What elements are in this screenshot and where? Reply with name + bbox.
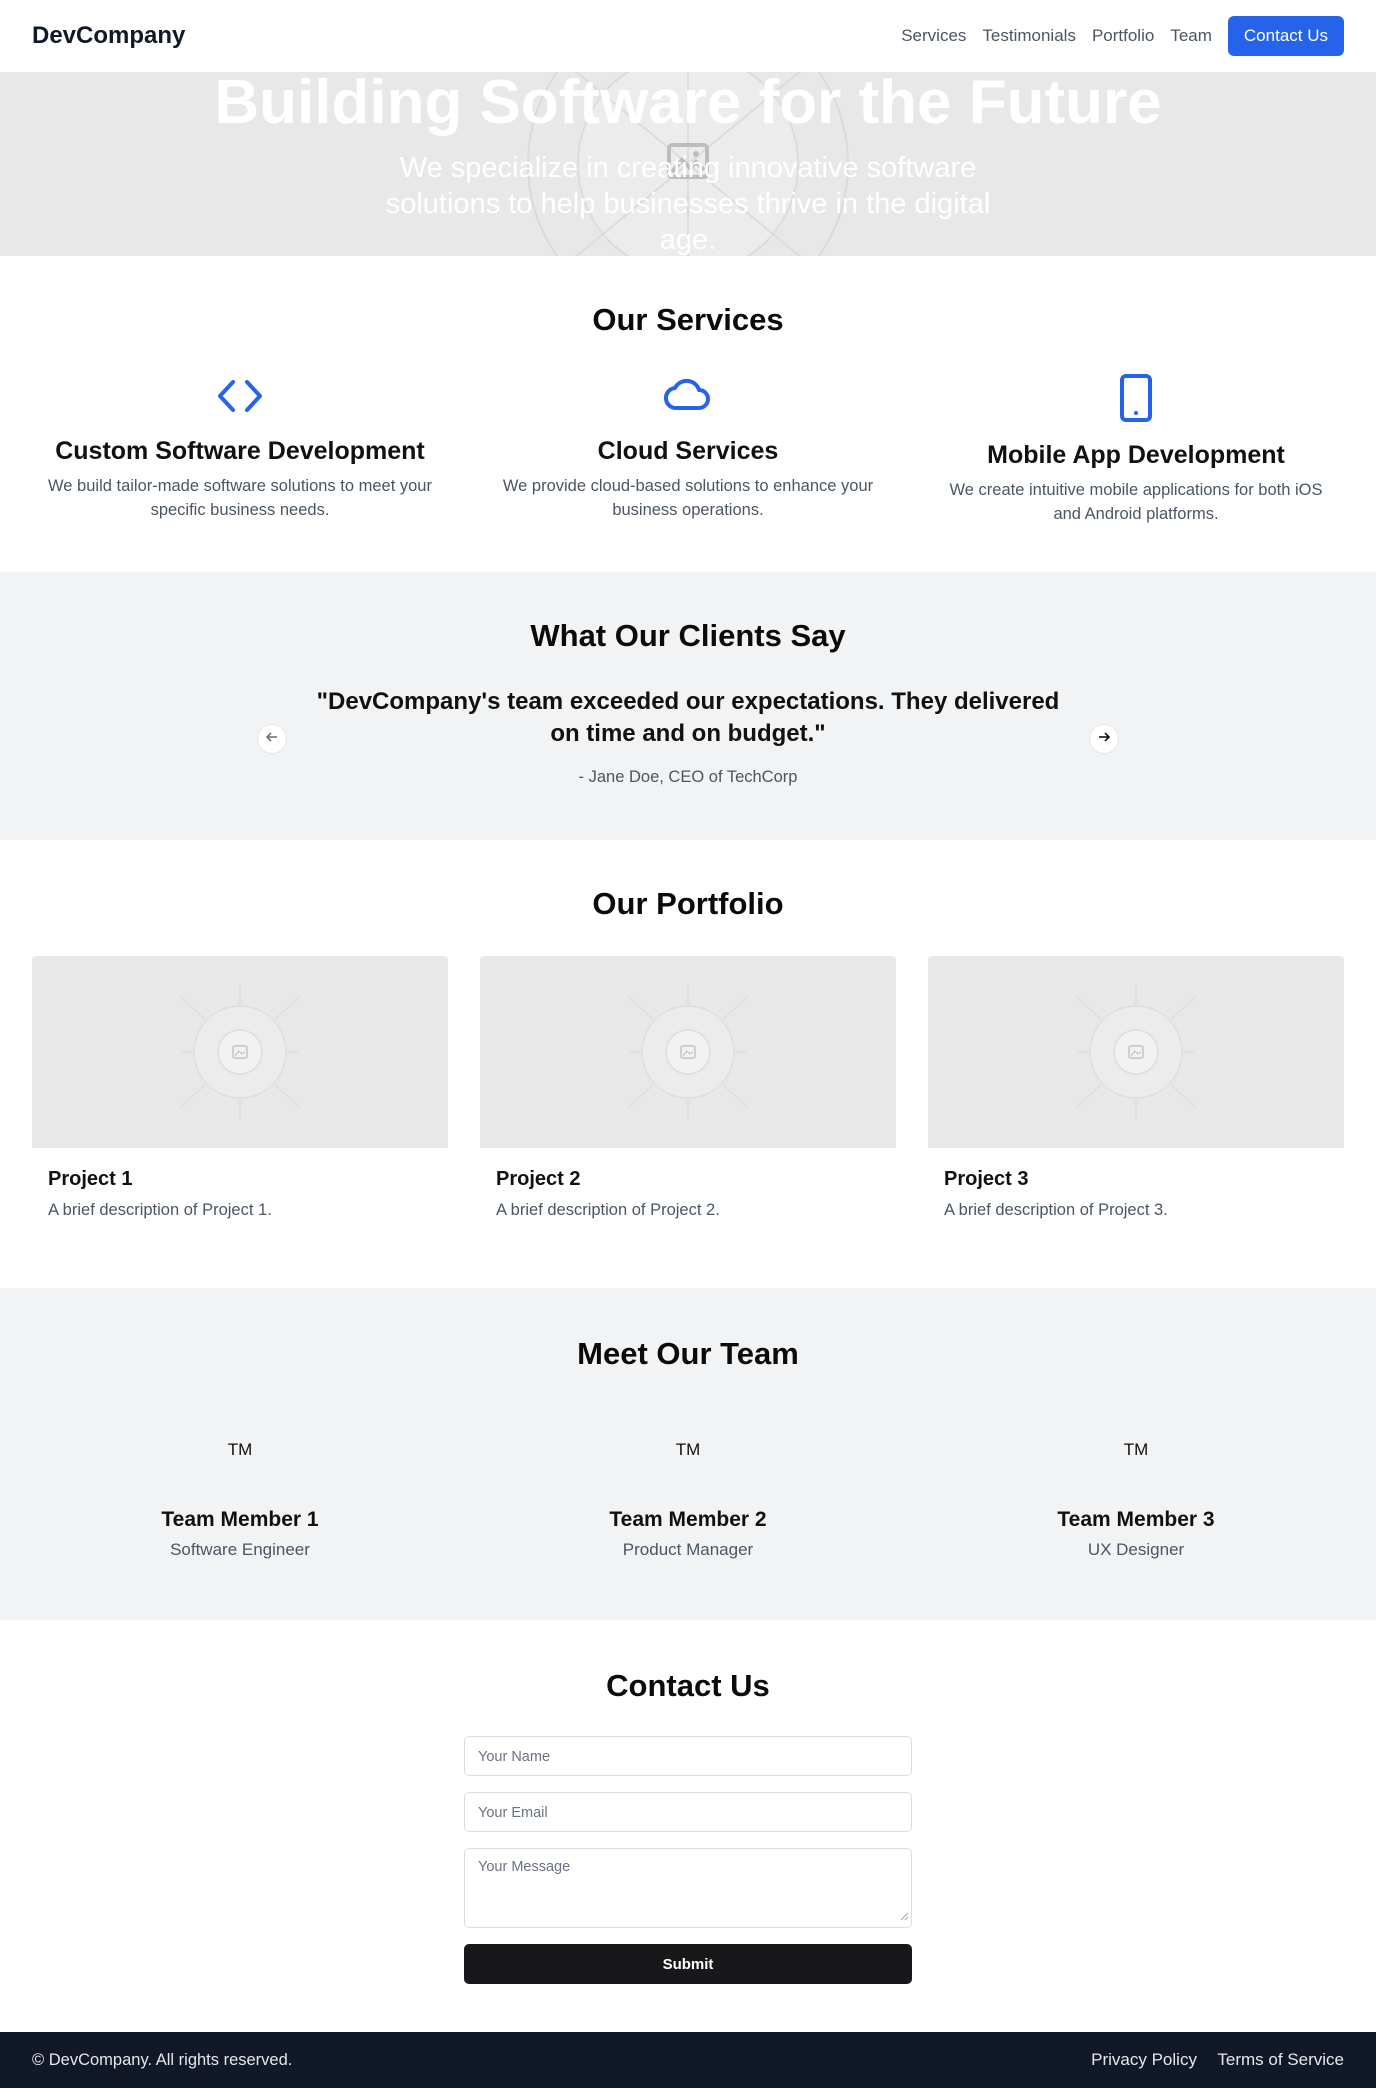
member-name: Team Member 2	[609, 1508, 767, 1531]
name-field-placeholder: Your Name	[478, 1749, 551, 1765]
contact-us-button[interactable]: Contact Us	[1227, 16, 1344, 56]
project-card[interactable]: Project 1 A brief description of Project…	[32, 956, 448, 1228]
member-role: UX Designer	[1087, 1540, 1185, 1559]
submit-button[interactable]: Submit	[464, 1944, 912, 1984]
nav-link-team[interactable]: Team	[1170, 26, 1212, 46]
resize-handle-icon[interactable]	[899, 1909, 909, 1925]
carousel-prev-button[interactable]	[257, 724, 287, 754]
team-member-card: TM Team Member 3 UX Designer	[926, 1440, 1346, 1560]
footer-links: Privacy Policy Terms of Service	[1075, 2050, 1344, 2070]
service-card: Custom Software Development We build tai…	[30, 374, 450, 522]
service-title: Mobile App Development	[987, 441, 1285, 469]
code-icon	[30, 374, 450, 423]
testimonial-author: - Jane Doe, CEO of TechCorp	[578, 768, 798, 786]
project-title: Project 2	[496, 1168, 581, 1190]
avatar: TM	[227, 1440, 253, 1459]
service-card: Mobile App Development We create intuiti…	[926, 374, 1346, 526]
project-title: Project 3	[944, 1168, 1029, 1190]
project-description: A brief description of Project 2.	[496, 1201, 720, 1219]
terms-of-service-link[interactable]: Terms of Service	[1217, 2050, 1344, 2069]
email-field[interactable]: Your Email	[464, 1792, 912, 1832]
project-description: A brief description of Project 3.	[944, 1201, 1168, 1219]
service-description: We build tailor-made software solutions …	[48, 477, 432, 519]
privacy-policy-link[interactable]: Privacy Policy	[1091, 2050, 1197, 2069]
carousel-next-button[interactable]	[1089, 724, 1119, 754]
nav-link-services[interactable]: Services	[901, 26, 966, 46]
hero-subtitle: We specialize in creating innovative sof…	[385, 152, 991, 256]
project-image	[480, 956, 896, 1148]
project-card[interactable]: Project 3 A brief description of Project…	[928, 956, 1344, 1228]
mobile-icon	[926, 374, 1346, 427]
member-name: Team Member 3	[1057, 1508, 1215, 1531]
hero-section: Building Software for the Future We spec…	[0, 72, 1376, 256]
message-field-placeholder: Your Message	[478, 1859, 571, 1875]
service-card: Cloud Services We provide cloud-based so…	[478, 374, 898, 522]
project-title: Project 1	[48, 1168, 133, 1190]
service-title: Cloud Services	[597, 437, 779, 465]
team-section: Meet Our Team TM Team Member 1 Software …	[0, 1288, 1376, 1620]
copyright-text: © DevCompany. All rights reserved.	[32, 2050, 293, 2069]
member-role: Product Manager	[622, 1540, 754, 1559]
brand-logo[interactable]: DevCompany	[32, 22, 185, 50]
project-card[interactable]: Project 2 A brief description of Project…	[480, 956, 896, 1228]
name-field[interactable]: Your Name	[464, 1736, 912, 1776]
contact-title: Contact Us	[606, 1668, 770, 1703]
message-field[interactable]: Your Message	[464, 1848, 912, 1928]
arrow-left-icon	[265, 730, 279, 749]
project-description: A brief description of Project 1.	[48, 1201, 272, 1219]
portfolio-title: Our Portfolio	[592, 886, 784, 921]
team-member-card: TM Team Member 2 Product Manager	[478, 1440, 898, 1560]
testimonials-section: What Our Clients Say "DevCompany's team …	[0, 572, 1376, 840]
hero-title: Building Software for the Future	[214, 72, 1162, 137]
avatar: TM	[1123, 1440, 1149, 1459]
email-field-placeholder: Your Email	[478, 1805, 548, 1821]
project-image	[32, 956, 448, 1148]
site-header: DevCompany Services Testimonials Portfol…	[0, 0, 1376, 72]
service-title: Custom Software Development	[55, 437, 425, 465]
testimonial-quote: "DevCompany's team exceeded our expectat…	[316, 688, 1060, 747]
member-role: Software Engineer	[170, 1540, 310, 1559]
cloud-icon	[478, 374, 898, 423]
nav-link-testimonials[interactable]: Testimonials	[982, 26, 1076, 46]
service-description: We create intuitive mobile applications …	[949, 481, 1323, 523]
team-member-card: TM Team Member 1 Software Engineer	[30, 1440, 450, 1560]
testimonials-title: What Our Clients Say	[530, 618, 846, 653]
site-footer: © DevCompany. All rights reserved. Priva…	[0, 2032, 1376, 2088]
service-description: We provide cloud-based solutions to enha…	[502, 477, 874, 519]
main-nav: Services Testimonials Portfolio Team Con…	[885, 16, 1344, 56]
team-title: Meet Our Team	[577, 1336, 799, 1371]
avatar: TM	[675, 1440, 701, 1459]
services-title: Our Services	[592, 302, 784, 337]
project-image	[928, 956, 1344, 1148]
arrow-right-icon	[1097, 730, 1111, 749]
nav-link-portfolio[interactable]: Portfolio	[1092, 26, 1154, 46]
member-name: Team Member 1	[161, 1508, 319, 1531]
